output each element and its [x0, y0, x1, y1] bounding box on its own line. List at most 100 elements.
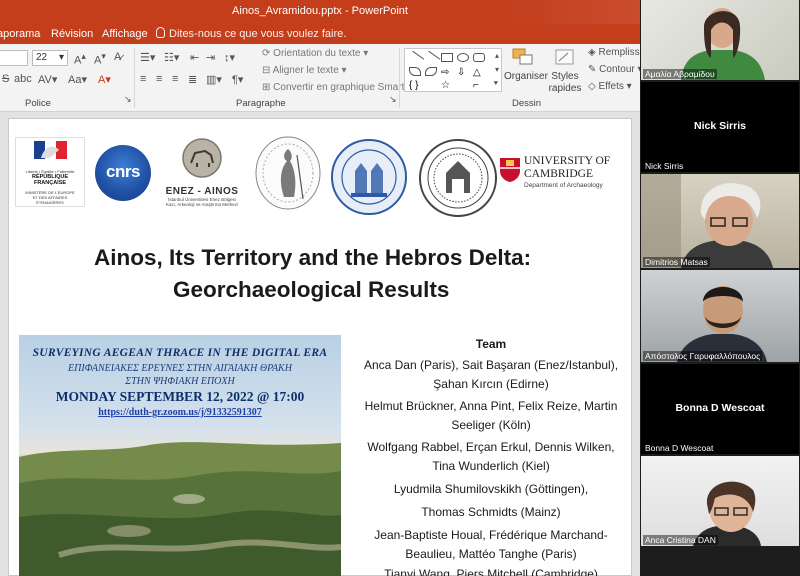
- team-line: Beaulieu, Mattéo Tanghe (Paris): [405, 547, 577, 561]
- dialog-launcher-icon[interactable]: ↘: [124, 94, 132, 105]
- tab-affichage[interactable]: Affichage: [102, 28, 148, 40]
- participant-video: [681, 8, 765, 80]
- shrink-font-icon[interactable]: A▾: [94, 51, 106, 67]
- brace-shape-icon[interactable]: { }: [409, 80, 421, 91]
- academic-seal-logo: [419, 139, 497, 217]
- align-text-button[interactable]: ⊟ Aligner le texte ▾: [262, 65, 347, 76]
- rectangle-shape-icon[interactable]: [441, 53, 453, 62]
- align-text-icon: ⊟: [262, 65, 273, 76]
- university-seal-logo: [331, 139, 407, 215]
- academic-seal-icon: [427, 147, 489, 209]
- text-orientation-button[interactable]: ⟳ Orientation du texte ▾: [262, 48, 368, 59]
- shape-effects-button[interactable]: ◇ Effets ▾: [588, 81, 632, 92]
- flowchart-shape-icon[interactable]: [425, 67, 437, 76]
- poster-date: Monday September 12, 2022 @ 17:00: [55, 389, 305, 404]
- rounded-rect-shape-icon[interactable]: [473, 53, 485, 62]
- triangle-shape-icon[interactable]: △: [473, 67, 485, 78]
- line-shape-icon[interactable]: [407, 50, 425, 67]
- cambridge-shield-icon: [500, 158, 520, 182]
- marianne-flag-icon: [34, 141, 67, 159]
- callout-shape-icon[interactable]: [409, 67, 421, 76]
- font-color-icon[interactable]: A▾: [98, 73, 111, 86]
- participant-name: Bonna D Wescoat: [645, 443, 714, 453]
- right-arrow-shape-icon[interactable]: ⇨: [441, 67, 453, 78]
- participant-tile[interactable]: Αμαλία Αβραμίδου: [641, 0, 799, 80]
- down-arrow-shape-icon[interactable]: ⇩: [457, 67, 469, 78]
- strikethrough-icon[interactable]: S: [2, 73, 9, 85]
- paragraph-direction-icon[interactable]: ¶▾: [232, 73, 243, 86]
- justify-icon[interactable]: ≣: [188, 73, 197, 86]
- font-size-box[interactable]: 22 ▾: [32, 50, 68, 66]
- team-line: Tianyi Wang, Piers Mitchell (Cambridge): [384, 567, 598, 576]
- shape-fill-button[interactable]: ◈ Remplissage: [588, 47, 640, 58]
- participant-tile[interactable]: Nick Sirris Nick Sirris: [641, 82, 799, 172]
- decrease-indent-icon[interactable]: ⇤: [190, 51, 199, 64]
- team-line: Lyudmila Shumilovskikh (Göttingen),: [393, 482, 589, 496]
- quick-styles-button[interactable]: Styles rapides: [545, 47, 585, 95]
- group-separator: [134, 48, 135, 108]
- screen: Ainos_Avramidou.pptx - PowerPoint aporam…: [0, 0, 800, 576]
- numbering-icon[interactable]: ☷▾: [164, 51, 179, 64]
- align-right-icon[interactable]: ≡: [172, 73, 178, 85]
- bullets-icon[interactable]: ☰▾: [140, 51, 155, 64]
- cambridge-department: Department of Archaeology: [524, 182, 603, 189]
- participant-tile[interactable]: Bonna D Wescoat Bonna D Wescoat: [641, 364, 799, 454]
- quick-styles-label: Styles rapides: [548, 71, 582, 94]
- change-case-icon[interactable]: Aa▾: [68, 73, 87, 86]
- group-label-police: Police: [25, 98, 51, 109]
- participant-tile[interactable]: Dimitrios Matsas: [641, 174, 799, 268]
- grow-font-icon[interactable]: A▴: [74, 51, 86, 67]
- lightbulb-icon: [156, 27, 165, 38]
- team-line: Helmut Brückner, Anna Pint, Felix Reize,…: [364, 399, 618, 413]
- align-center-icon[interactable]: ≡: [156, 73, 162, 85]
- republique-francaise-logo: Liberté • Égalité • Fraternité RÉPUBLIQU…: [15, 137, 85, 207]
- participant-name: Αμαλία Αβραμίδου: [643, 69, 717, 79]
- cnrs-text: cnrs: [106, 162, 140, 181]
- smartart-icon: ⊞: [262, 82, 274, 93]
- participant-name: Dimitrios Matsas: [643, 257, 710, 267]
- star-shape-icon[interactable]: ☆: [441, 80, 453, 91]
- poster-greek-line-2: ΣΤΗΝ ΨΗΦΙΑΚΗ ΕΠΟΧΗ: [125, 376, 235, 387]
- title-bar: Ainos_Avramidou.pptx - PowerPoint: [0, 0, 640, 24]
- tab-diaporama[interactable]: aporama: [0, 28, 40, 40]
- team-heading: Team: [475, 337, 507, 351]
- organiser-button[interactable]: Organiser: [504, 47, 548, 82]
- align-left-icon[interactable]: ≡: [140, 73, 146, 85]
- group-label-paragraphe: Paragraphe: [236, 98, 286, 109]
- gallery-scroll-down-icon[interactable]: ▾: [495, 65, 499, 74]
- enez-title: ENEZ - AINOS: [165, 186, 239, 197]
- enez-ainos-logo: ENEZ - AINOS İstanbul Üniversitesi Enez …: [161, 137, 243, 219]
- shape-outline-button[interactable]: ✎ Contour ▾: [588, 64, 640, 75]
- shadow-icon[interactable]: abc: [14, 73, 32, 85]
- participant-tile[interactable]: Απόστολος Γαρυφαλλόπουλος: [641, 270, 799, 362]
- tell-me-text: Dites-nous ce que vous voulez faire.: [169, 28, 347, 40]
- tell-me-search[interactable]: Dites-nous ce que vous voulez faire.: [156, 27, 346, 40]
- char-spacing-icon[interactable]: AV▾: [38, 73, 57, 86]
- ribbon-tabs: aporama Révision Affichage Dites-nous ce…: [0, 24, 640, 44]
- dialog-launcher-icon[interactable]: ↘: [389, 94, 397, 105]
- participant-name: Nick Sirris: [645, 161, 684, 171]
- participants-panel: Αμαλία Αβραμίδου Nick Sirris Nick Sirris…: [640, 0, 800, 576]
- columns-icon[interactable]: ▥▾: [206, 73, 222, 86]
- line-spacing-icon[interactable]: ↕▾: [224, 51, 235, 64]
- participant-tile[interactable]: Anca Cristina DAN: [641, 456, 799, 546]
- increase-indent-icon[interactable]: ⇥: [206, 51, 215, 64]
- shapes-gallery[interactable]: ⇨ ⇩ △ { } ☆ ⌐ ▴ ▾ ⯆: [404, 48, 502, 92]
- smartart-button[interactable]: ⊞ Convertir en graphique SmartArt ▾: [262, 82, 425, 93]
- gallery-more-icon[interactable]: ⯆: [493, 79, 499, 89]
- bracket-shape-icon[interactable]: ⌐: [473, 80, 485, 91]
- font-size-value: 22: [36, 52, 48, 63]
- participant-name: Απόστολος Γαρυφαλλόπουλος: [643, 351, 763, 361]
- arrow-shape-icon[interactable]: [423, 50, 441, 67]
- effects-icon: ◇: [588, 81, 599, 92]
- oval-shape-icon[interactable]: [457, 53, 469, 62]
- font-name-box[interactable]: [0, 50, 28, 66]
- poster-link[interactable]: https://duth-gr.zoom.us/j/91332591307: [19, 407, 341, 418]
- slide[interactable]: Liberté • Égalité • Fraternité RÉPUBLIQU…: [8, 118, 632, 576]
- clear-format-icon[interactable]: A̷: [114, 51, 121, 63]
- slide-title-line-1: Ainos, Its Territory and the Hebros Delt…: [94, 245, 532, 270]
- quick-styles-icon: [555, 49, 574, 65]
- gallery-scroll-up-icon[interactable]: ▴: [495, 51, 499, 60]
- powerpoint-window: Ainos_Avramidou.pptx - PowerPoint aporam…: [0, 0, 640, 576]
- tab-revision[interactable]: Révision: [51, 28, 93, 40]
